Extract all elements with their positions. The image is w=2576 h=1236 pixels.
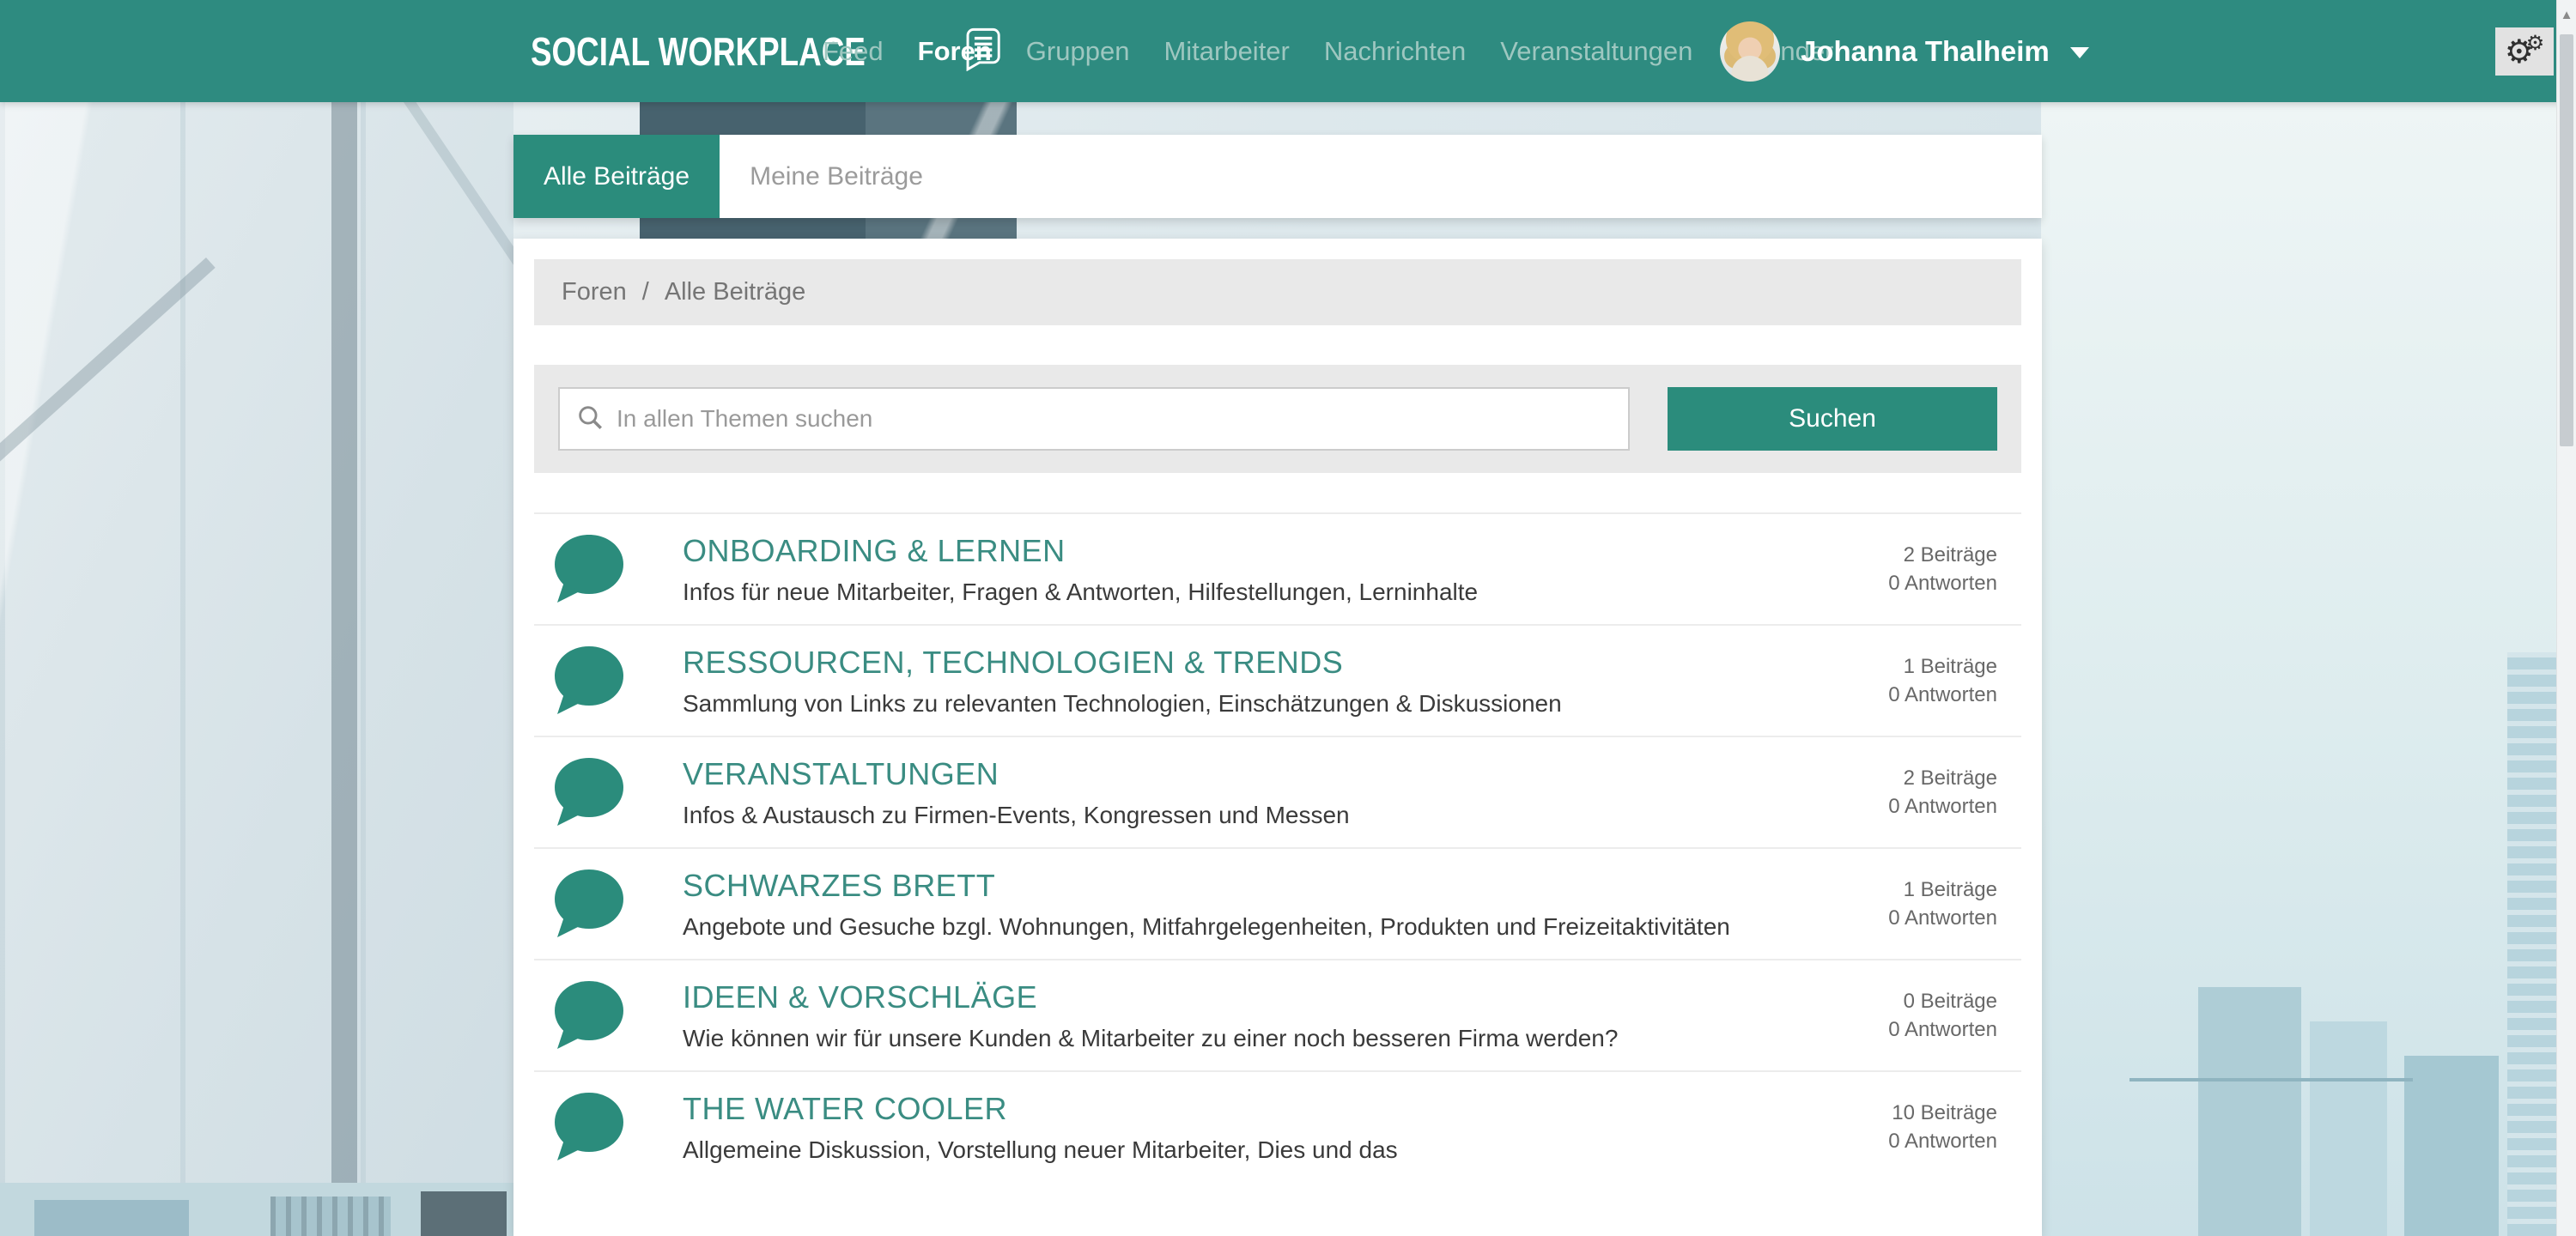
forum-title-link[interactable]: IDEEN & VORSCHLÄGE [683,979,1618,1015]
answers-count: 0 Antworten [1888,681,1997,709]
posts-count: 2 Beiträge [1888,764,1997,792]
forum-list: ONBOARDING & LERNEN Infos für neue Mitar… [534,512,2021,1182]
bg-building [270,1197,391,1236]
bg-building [2198,987,2301,1236]
forum-text: VERANSTALTUNGEN Infos & Austausch zu Fir… [683,756,1350,829]
forum-title-link[interactable]: SCHWARZES BRETT [683,868,1730,904]
posts-count: 0 Beiträge [1888,987,1997,1015]
tab-alle-beitraege[interactable]: Alle Beiträge [513,135,720,218]
forum-description: Sammlung von Links zu relevanten Technol… [683,690,1562,718]
answers-count: 0 Antworten [1888,1127,1997,1155]
nav-item-nachrichten[interactable]: Nachrichten [1324,36,1466,67]
forum-description: Wie können wir für unsere Kunden & Mitar… [683,1025,1618,1052]
app-logo-text: SOCIAL WORKPLACE [531,28,866,75]
forum-title-link[interactable]: ONBOARDING & LERNEN [683,533,1478,569]
forum-counts: 10 Beiträge 0 Antworten [1888,1099,2021,1155]
forum-text: IDEEN & VORSCHLÄGE Wie können wir für un… [683,979,1618,1052]
bg-shape [331,102,357,1236]
forum-row[interactable]: RESSOURCEN, TECHNOLOGIEN & TRENDS Sammlu… [534,624,2021,736]
posts-count: 10 Beiträge [1888,1099,1997,1127]
speech-bubble-icon [553,869,625,939]
speech-bubble-icon [553,980,625,1051]
forum-title-link[interactable]: VERANSTALTUNGEN [683,756,1350,792]
answers-count: 0 Antworten [1888,569,1997,597]
forum-row[interactable]: THE WATER COOLER Allgemeine Diskussion, … [534,1070,2021,1182]
search-panel: Suchen [534,365,2021,473]
scrollbar-thumb[interactable] [2560,34,2573,446]
app-header: SOCIAL WORKPLACE Feed Foren Gruppen Mita… [0,0,2576,102]
forum-card: Foren / Alle Beiträge Suchen ONBOARDING … [513,239,2042,1236]
main-nav: Feed Foren Gruppen Mitarbeiter Nachricht… [823,0,1833,102]
user-menu[interactable]: Johanna Thalheim [1720,0,2089,102]
search-icon [575,403,605,436]
forum-text: THE WATER COOLER Allgemeine Diskussion, … [683,1091,1398,1164]
forum-text: RESSOURCEN, TECHNOLOGIEN & TRENDS Sammlu… [683,645,1562,718]
bg-glass-facade [0,102,513,1236]
search-button[interactable]: Suchen [1668,387,1997,451]
nav-item-feed[interactable]: Feed [823,36,884,67]
breadcrumb: Foren / Alle Beiträge [534,259,2021,325]
tab-bar: Alle Beiträge Meine Beiträge [513,135,2042,218]
forum-counts: 2 Beiträge 0 Antworten [1888,541,2021,597]
bg-building [421,1191,507,1236]
posts-count: 1 Beiträge [1888,652,1997,681]
bg-building [2404,1056,2499,1236]
forum-title-link[interactable]: THE WATER COOLER [683,1091,1398,1127]
nav-item-veranstaltungen[interactable]: Veranstaltungen [1500,36,1692,67]
forum-text: ONBOARDING & LERNEN Infos für neue Mitar… [683,533,1478,606]
bg-bridge [2129,1078,2413,1082]
avatar[interactable] [1720,21,1780,82]
breadcrumb-current: Alle Beiträge [665,278,805,306]
nav-item-gruppen[interactable]: Gruppen [1026,36,1130,67]
forum-counts: 0 Beiträge 0 Antworten [1888,987,2021,1044]
nav-item-foren[interactable]: Foren [918,36,992,67]
forum-row[interactable]: IDEEN & VORSCHLÄGE Wie können wir für un… [534,959,2021,1070]
speech-bubble-icon [553,1092,625,1162]
forum-row[interactable]: VERANSTALTUNGEN Infos & Austausch zu Fir… [534,736,2021,847]
search-box [558,387,1630,451]
posts-count: 1 Beiträge [1888,876,1997,904]
speech-bubble-icon [553,645,625,716]
forum-title-link[interactable]: RESSOURCEN, TECHNOLOGIEN & TRENDS [683,645,1562,681]
cogs-icon: ⚙⚙ [2505,35,2545,68]
nav-item-mitarbeiter[interactable]: Mitarbeiter [1163,36,1289,67]
caret-down-icon [2070,47,2089,58]
breadcrumb-separator: / [642,278,649,306]
forum-description: Allgemeine Diskussion, Vorstellung neuer… [683,1136,1398,1164]
forum-row[interactable]: ONBOARDING & LERNEN Infos für neue Mitar… [534,512,2021,624]
forum-description: Infos & Austausch zu Firmen-Events, Kong… [683,802,1350,829]
settings-button[interactable]: ⚙⚙ [2495,27,2554,76]
scroll-up-icon[interactable]: ▲ [2557,0,2576,29]
search-input[interactable] [617,405,1613,433]
scrollbar[interactable]: ▲ [2556,0,2576,1236]
forum-counts: 1 Beiträge 0 Antworten [1888,876,2021,932]
forum-description: Angebote und Gesuche bzgl. Wohnungen, Mi… [683,913,1730,941]
forum-text: SCHWARZES BRETT Angebote und Gesuche bzg… [683,868,1730,941]
user-name: Johanna Thalheim [1801,35,2050,68]
breadcrumb-forum-link[interactable]: Foren [562,278,627,306]
speech-bubble-icon [553,757,625,827]
forum-counts: 1 Beiträge 0 Antworten [1888,652,2021,709]
answers-count: 0 Antworten [1888,1015,1997,1044]
posts-count: 2 Beiträge [1888,541,1997,569]
forum-counts: 2 Beiträge 0 Antworten [1888,764,2021,821]
forum-row[interactable]: SCHWARZES BRETT Angebote und Gesuche bzg… [534,847,2021,959]
bg-building [2310,1021,2387,1236]
bg-building [34,1200,189,1236]
tab-meine-beitraege[interactable]: Meine Beiträge [720,135,953,218]
answers-count: 0 Antworten [1888,904,1997,932]
answers-count: 0 Antworten [1888,792,1997,821]
forum-description: Infos für neue Mitarbeiter, Fragen & Ant… [683,579,1478,606]
speech-bubble-icon [553,534,625,604]
